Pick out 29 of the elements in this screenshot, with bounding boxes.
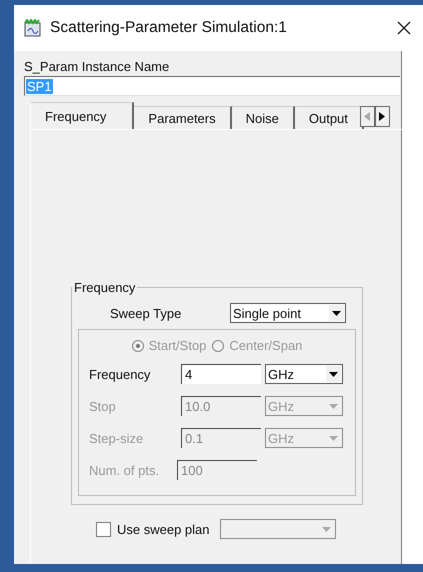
sweep-plan-dropdown[interactable] [220, 519, 336, 539]
unit-dropdown[interactable]: GHz [265, 364, 343, 384]
tab[interactable]: Parameters [134, 106, 232, 129]
tab[interactable]: Noise [232, 106, 295, 129]
field-label: Stop [89, 398, 117, 414]
caret-icon [322, 526, 330, 532]
caret-icon [329, 436, 338, 440]
app-icon [24, 19, 42, 37]
close-icon[interactable] [397, 21, 411, 35]
sweep-type-dropdown[interactable]: Single point [230, 303, 346, 323]
instance-name-field[interactable]: SP1 [24, 76, 400, 96]
checkbox-label: Use sweep plan [117, 522, 210, 536]
caret-icon [332, 310, 341, 316]
scroll-right-button[interactable] [374, 106, 390, 126]
field-label: Step-size [89, 430, 144, 446]
field-label: Sweep Type [110, 306, 182, 320]
checkbox[interactable] [96, 522, 111, 536]
group-title: Frequency [73, 280, 136, 295]
left-arrow-icon [364, 112, 370, 120]
caret-icon [329, 372, 338, 376]
field-label: S_Param Instance Name [24, 59, 170, 74]
right-arrow-icon [379, 112, 386, 120]
selected-text: SP1 [26, 78, 53, 94]
tab[interactable]: Frequency [30, 102, 134, 129]
caret-icon [329, 404, 338, 408]
value-field[interactable]: 4 [181, 364, 261, 384]
field-label: Frequency [89, 366, 152, 382]
field-label: Num. of pts. [89, 462, 160, 478]
window-title: Scattering-Parameter Simulation:1 [50, 19, 288, 37]
